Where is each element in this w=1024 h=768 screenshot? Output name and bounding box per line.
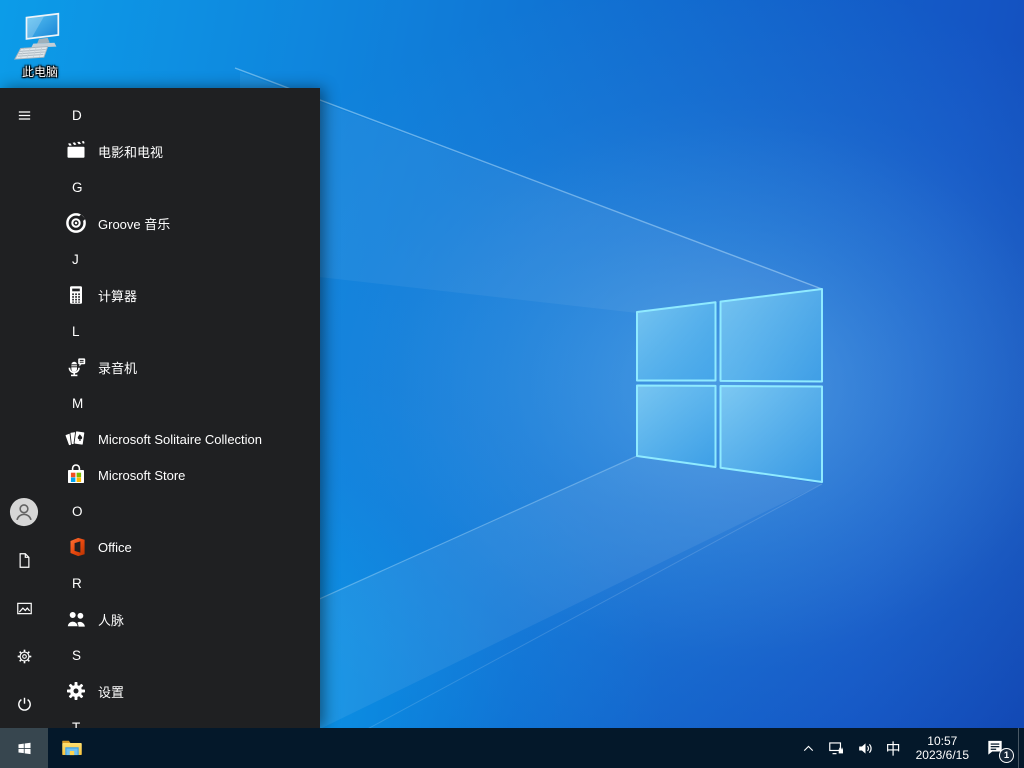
app-list-section-header[interactable]: G [48,169,320,205]
action-center-button[interactable]: 1 [978,728,1018,768]
rail-menu-expand-button[interactable] [0,91,48,139]
app-list-section-header[interactable]: J [48,241,320,277]
app-label: Groove 音乐 [98,214,170,233]
app-label: 录音机 [98,358,137,377]
show-desktop-button[interactable] [1018,728,1024,768]
app-list-section-header[interactable]: S [48,637,320,673]
start-menu: D 电影和电视 G Groove 音乐 J 计算器 L 录音机 M Microsoft Solit… [0,88,320,728]
section-letter: S [72,648,81,663]
app-list-item[interactable]: 设置 [48,673,320,709]
app-list-section-header[interactable]: L [48,313,320,349]
settings-icon [64,679,88,703]
tray-ime-indicator[interactable]: 中 [880,728,907,768]
power-icon [15,695,34,714]
app-label: 电影和电视 [98,142,163,161]
volume-icon [856,739,875,758]
app-list-item[interactable]: 计算器 [48,277,320,313]
pictures-icon [15,599,34,618]
network-ethernet-icon [827,739,846,758]
app-list-item[interactable]: Microsoft Store [48,457,320,493]
app-label: 人脉 [98,610,124,629]
tray-clock[interactable]: 10:57 2023/6/15 [907,734,978,763]
app-list-section-header[interactable]: M [48,385,320,421]
app-list-section-header[interactable]: T [48,709,320,728]
section-letter: J [72,252,79,267]
desktop: 此电脑 D 电影和电视 G Groove 音乐 J 计算器 L 录音机 M Microsoft S… [0,0,1024,768]
taskbar: 中 10:57 2023/6/15 1 [0,728,1024,768]
app-list-section-header[interactable]: R [48,565,320,601]
file-explorer-icon [59,735,85,761]
people-icon [64,607,88,631]
this-pc-icon [13,8,67,62]
section-letter: O [72,504,83,519]
app-label: Microsoft Store [98,468,185,483]
tray-volume-button[interactable] [851,728,880,768]
app-list-section-header[interactable]: D [48,97,320,133]
solitaire-icon [64,427,88,451]
app-label: 计算器 [98,286,137,305]
section-letter: D [72,108,82,123]
app-list-item[interactable]: Microsoft Solitaire Collection [48,421,320,457]
app-list-item[interactable]: 电影和电视 [48,133,320,169]
desktop-icon-label: 此电脑 [22,63,58,80]
rail-documents-button[interactable] [0,536,48,584]
system-tray: 中 10:57 2023/6/15 1 [795,728,1024,768]
rail-settings-button[interactable] [0,632,48,680]
user-icon [9,497,39,527]
recorder-icon [64,355,88,379]
section-letter: G [72,180,83,195]
tray-network-button[interactable] [822,728,851,768]
section-letter: L [72,324,80,339]
store-icon [64,463,88,487]
app-list-item[interactable]: Groove 音乐 [48,205,320,241]
documents-icon [15,551,34,570]
app-list-item[interactable]: 录音机 [48,349,320,385]
app-list-section-header[interactable]: O [48,493,320,529]
start-button[interactable] [0,728,48,768]
rail-user-account-button[interactable] [0,488,48,536]
notification-badge: 1 [999,748,1014,763]
app-label: 设置 [98,682,124,701]
office-icon [64,535,88,559]
app-list-item[interactable]: 人脉 [48,601,320,637]
windows-start-icon [16,740,33,757]
clock-date: 2023/6/15 [916,748,969,763]
hamburger-icon [16,107,33,124]
section-letter: M [72,396,83,411]
app-label: Microsoft Solitaire Collection [98,432,262,447]
rail-power-button[interactable] [0,680,48,728]
section-letter: T [72,720,80,729]
calculator-icon [64,283,88,307]
clock-time: 10:57 [927,734,957,749]
groove-icon [64,211,88,235]
tray-show-hidden-icons-button[interactable] [795,728,822,768]
start-menu-app-list: D 电影和电视 G Groove 音乐 J 计算器 L 录音机 M Microsoft Solit… [48,97,320,728]
settings-outline-icon [15,647,34,666]
ime-mode-label: 中 [886,738,901,759]
app-label: Office [98,540,132,555]
section-letter: R [72,576,82,591]
desktop-icon-this-pc[interactable]: 此电脑 [6,8,74,80]
rail-pictures-button[interactable] [0,584,48,632]
movies-tv-icon [64,139,88,163]
start-menu-rail [0,88,48,728]
file-explorer-button[interactable] [48,728,96,768]
app-list-item[interactable]: Office [48,529,320,565]
chevron-up-icon [800,740,817,757]
